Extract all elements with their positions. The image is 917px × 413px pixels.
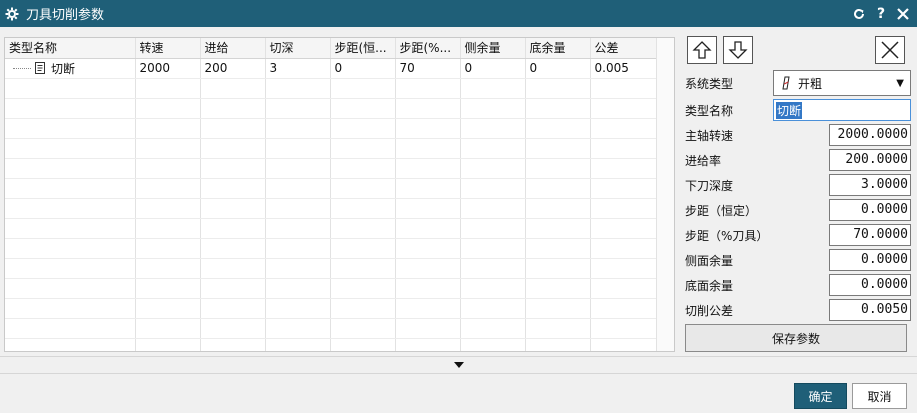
side-stock-row: 侧面余量 0.0000	[685, 249, 911, 271]
side-stock-label: 侧面余量	[685, 253, 734, 268]
empty-row	[5, 238, 657, 259]
cell-depth[interactable]: 3	[265, 58, 331, 79]
column-header-depth[interactable]: 切深	[265, 38, 331, 59]
bottom-stock-row: 底面余量 0.0000	[685, 274, 911, 296]
document-icon	[33, 61, 47, 75]
move-up-button[interactable]	[687, 36, 717, 64]
cut-depth-row: 下刀深度 3.0000	[685, 174, 911, 196]
expand-divider[interactable]	[0, 356, 917, 374]
step-fixed-label: 步距（恒定）	[685, 203, 758, 218]
empty-row	[5, 138, 657, 159]
arrow-up-icon	[692, 41, 712, 59]
column-header-bottom-stock[interactable]: 底余量	[525, 38, 591, 59]
empty-row	[5, 118, 657, 139]
grid-header-row: 类型名称 转速 进给 切深 步距(恒... 步距(%... 侧余量 底余量 公差	[5, 38, 657, 59]
column-header-tolerance[interactable]: 公差	[590, 38, 657, 59]
delete-button[interactable]	[875, 36, 905, 64]
column-header-type-name[interactable]: 类型名称	[5, 38, 136, 59]
parameter-panel: 系统类型 开粗 ▼ 类型名称 切断 主轴转速 2000.0000 进给率 200…	[681, 32, 913, 354]
tolerance-input[interactable]: 0.0050	[829, 299, 911, 321]
spindle-speed-row: 主轴转速 2000.0000	[685, 124, 911, 146]
empty-row	[5, 178, 657, 199]
feed-rate-row: 进给率 200.0000	[685, 149, 911, 171]
step-fixed-row: 步距（恒定） 0.0000	[685, 199, 911, 221]
cell-step-percent[interactable]: 70	[395, 58, 461, 79]
type-name-row: 类型名称 切断	[685, 99, 911, 121]
system-type-select[interactable]: 开粗 ▼	[773, 70, 911, 96]
cell-bottom-stock[interactable]: 0	[525, 58, 591, 79]
system-type-row: 系统类型 开粗 ▼	[685, 70, 911, 96]
column-header-feed[interactable]: 进给	[200, 38, 266, 59]
chevron-down-icon: ▼	[896, 77, 904, 89]
row-type-name: 切断	[51, 61, 76, 76]
title-bar: 刀具切削参数 ?	[0, 0, 917, 27]
empty-row	[5, 158, 657, 179]
cell-type-name[interactable]: 切断	[5, 58, 136, 79]
bottom-stock-input[interactable]: 0.0000	[829, 274, 911, 296]
empty-row	[5, 98, 657, 119]
empty-row	[5, 78, 657, 99]
move-down-button[interactable]	[723, 36, 753, 64]
arrow-down-icon	[728, 41, 748, 59]
delete-x-icon	[881, 41, 899, 59]
reset-icon[interactable]	[851, 6, 867, 22]
system-type-label: 系统类型	[685, 76, 734, 91]
step-percent-row: 步距（%刀具） 70.0000	[685, 224, 911, 246]
column-header-step-fixed[interactable]: 步距(恒...	[330, 38, 396, 59]
grid-scrollbar[interactable]	[656, 38, 674, 351]
feed-rate-label: 进给率	[685, 153, 722, 168]
empty-row	[5, 298, 657, 319]
close-icon[interactable]	[895, 6, 911, 22]
ok-button[interactable]: 确定	[794, 383, 847, 409]
system-type-value: 开粗	[798, 76, 823, 91]
side-stock-input[interactable]: 0.0000	[829, 249, 911, 271]
window-title: 刀具切削参数	[26, 8, 105, 23]
type-name-input[interactable]: 切断	[773, 99, 911, 121]
column-header-step-percent[interactable]: 步距(%...	[395, 38, 461, 59]
step-percent-input[interactable]: 70.0000	[829, 224, 911, 246]
gear-icon	[4, 6, 20, 22]
bottom-stock-label: 底面余量	[685, 278, 734, 293]
type-name-label: 类型名称	[685, 103, 734, 118]
table-row[interactable]: 切断 2000 200 3 0 70 0 0 0.005	[5, 58, 657, 79]
empty-row	[5, 258, 657, 279]
empty-row	[5, 278, 657, 299]
parameter-grid[interactable]: 类型名称 转速 进给 切深 步距(恒... 步距(%... 侧余量 底余量 公差	[4, 37, 675, 352]
help-icon[interactable]: ?	[873, 6, 889, 22]
cell-side-stock[interactable]: 0	[460, 58, 526, 79]
cell-step-fixed[interactable]: 0	[330, 58, 396, 79]
empty-row	[5, 318, 657, 339]
cancel-button[interactable]: 取消	[852, 383, 907, 409]
cut-depth-input[interactable]: 3.0000	[829, 174, 911, 196]
column-header-speed[interactable]: 转速	[135, 38, 201, 59]
tool-icon	[780, 76, 792, 90]
tree-connector	[13, 67, 31, 69]
cell-speed[interactable]: 2000	[135, 58, 201, 79]
empty-row	[5, 218, 657, 239]
step-percent-label: 步距（%刀具）	[685, 228, 769, 243]
spindle-speed-label: 主轴转速	[685, 128, 734, 143]
empty-row	[5, 338, 657, 351]
feed-rate-input[interactable]: 200.0000	[829, 149, 911, 171]
save-parameters-button[interactable]: 保存参数	[685, 324, 907, 352]
cell-feed[interactable]: 200	[200, 58, 266, 79]
tolerance-label: 切削公差	[685, 303, 734, 318]
tolerance-row: 切削公差 0.0050	[685, 299, 911, 321]
type-name-value: 切断	[776, 101, 803, 119]
empty-row	[5, 198, 657, 219]
step-fixed-input[interactable]: 0.0000	[829, 199, 911, 221]
cut-depth-label: 下刀深度	[685, 178, 734, 193]
cell-tolerance[interactable]: 0.005	[590, 58, 657, 79]
triangle-down-icon[interactable]	[453, 362, 464, 368]
column-header-side-stock[interactable]: 侧余量	[460, 38, 526, 59]
spindle-speed-input[interactable]: 2000.0000	[829, 124, 911, 146]
